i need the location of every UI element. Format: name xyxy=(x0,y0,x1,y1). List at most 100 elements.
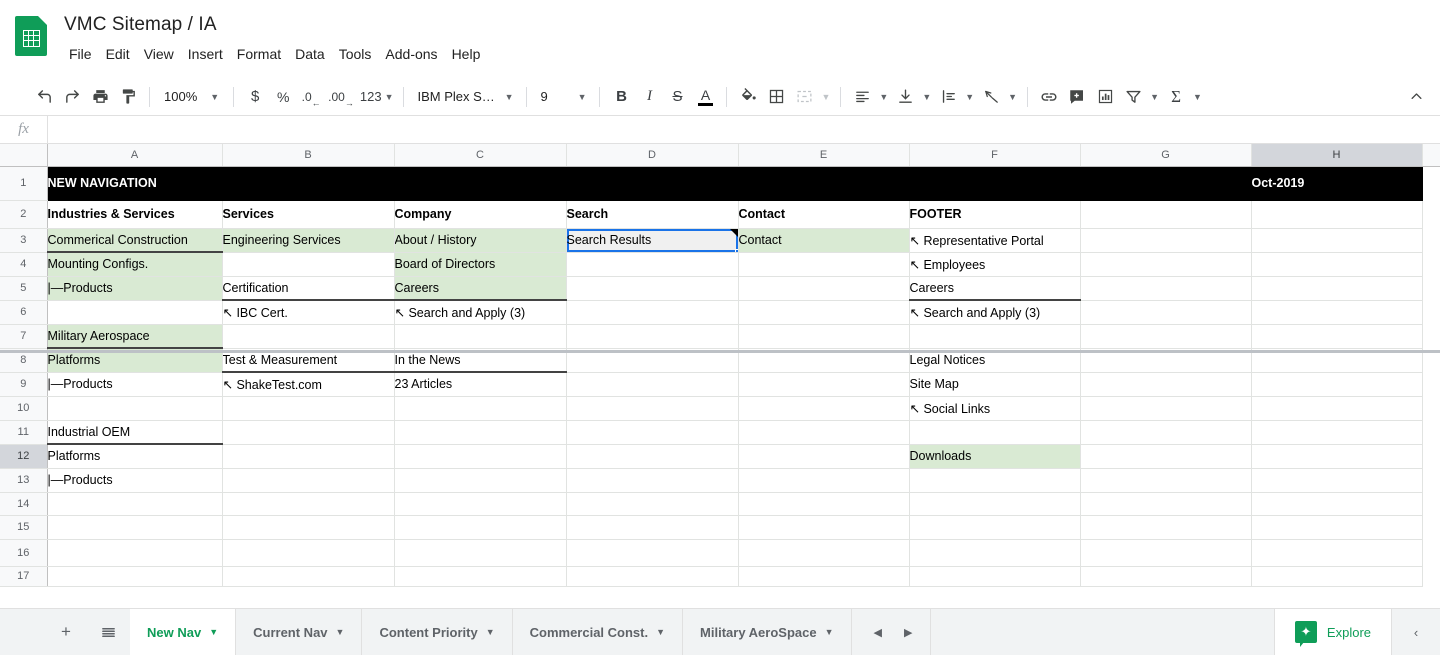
cell-A6[interactable] xyxy=(47,300,222,324)
cell-C6[interactable]: ↖ Search and Apply (3) xyxy=(394,300,566,324)
cell-G2[interactable] xyxy=(1080,200,1251,228)
increase-decimal-button[interactable]: .00→ xyxy=(325,83,357,111)
merge-cells-icon[interactable] xyxy=(790,83,818,111)
row-header-10[interactable]: 10 xyxy=(0,396,47,420)
cell-F1[interactable] xyxy=(909,166,1080,200)
cell-B3[interactable]: Engineering Services xyxy=(222,228,394,252)
cell-D14[interactable] xyxy=(566,492,738,515)
zoom-selector[interactable]: 100% ▼ xyxy=(157,83,226,111)
cell-F16[interactable] xyxy=(909,539,1080,566)
cell-E17[interactable] xyxy=(738,566,909,586)
paint-format-icon[interactable] xyxy=(114,83,142,111)
create-filter-icon[interactable] xyxy=(1119,83,1147,111)
menu-data[interactable]: Data xyxy=(288,42,332,66)
horizontal-align-chevron-icon[interactable]: ▼ xyxy=(876,83,891,111)
cell-A14[interactable] xyxy=(47,492,222,515)
menu-tools[interactable]: Tools xyxy=(332,42,379,66)
row-header-3[interactable]: 3 xyxy=(0,228,47,252)
insert-comment-icon[interactable] xyxy=(1063,83,1091,111)
text-wrap-icon[interactable] xyxy=(934,83,962,111)
cell-H17[interactable] xyxy=(1251,566,1422,586)
cell-H7[interactable] xyxy=(1251,324,1422,348)
cell-D9[interactable] xyxy=(566,372,738,396)
percent-format-button[interactable]: % xyxy=(269,83,297,111)
cell-G16[interactable] xyxy=(1080,539,1251,566)
cell-C5[interactable]: Careers xyxy=(394,276,566,300)
cell-D2[interactable]: Search xyxy=(566,200,738,228)
menu-add-ons[interactable]: Add-ons xyxy=(378,42,444,66)
cell-C11[interactable] xyxy=(394,420,566,444)
chevron-down-icon[interactable]: ▼ xyxy=(336,627,345,637)
vertical-align-icon[interactable] xyxy=(891,83,919,111)
cell-C14[interactable] xyxy=(394,492,566,515)
vertical-align-chevron-icon[interactable]: ▼ xyxy=(919,83,934,111)
cell-E12[interactable] xyxy=(738,444,909,468)
cell-G7[interactable] xyxy=(1080,324,1251,348)
cell-G17[interactable] xyxy=(1080,566,1251,586)
row-header-1[interactable]: 1 xyxy=(0,166,47,200)
font-family-selector[interactable]: IBM Plex S… ▼ xyxy=(411,83,519,111)
bold-button[interactable]: B xyxy=(607,83,635,111)
cell-E3[interactable]: Contact xyxy=(738,228,909,252)
cell-C9[interactable]: 23 Articles xyxy=(394,372,566,396)
cell-D17[interactable] xyxy=(566,566,738,586)
chevron-down-icon[interactable]: ▼ xyxy=(825,627,834,637)
italic-button[interactable]: I xyxy=(635,83,663,111)
cell-H11[interactable] xyxy=(1251,420,1422,444)
cell-G12[interactable] xyxy=(1080,444,1251,468)
cell-A13[interactable]: |—Products xyxy=(47,468,222,492)
cell-A1[interactable]: NEW NAVIGATION xyxy=(47,166,222,200)
cell-B14[interactable] xyxy=(222,492,394,515)
row-header-2[interactable]: 2 xyxy=(0,200,47,228)
horizontal-align-icon[interactable] xyxy=(848,83,876,111)
cell-B11[interactable] xyxy=(222,420,394,444)
select-all-corner[interactable] xyxy=(0,144,47,166)
cell-B4[interactable] xyxy=(222,252,394,276)
chevron-down-icon[interactable]: ▼ xyxy=(656,627,665,637)
cell-H3[interactable] xyxy=(1251,228,1422,252)
cell-C12[interactable] xyxy=(394,444,566,468)
menu-edit[interactable]: Edit xyxy=(99,42,137,66)
row-header-16[interactable]: 16 xyxy=(0,539,47,566)
more-formats-button[interactable]: 123 ▼ xyxy=(357,83,397,111)
collapse-sidebar-icon[interactable]: ‹ xyxy=(1392,609,1440,655)
cell-H1[interactable]: Oct-2019 xyxy=(1251,166,1422,200)
cell-F9[interactable]: Site Map xyxy=(909,372,1080,396)
selection-handle[interactable] xyxy=(735,249,739,253)
scroll-tabs-left-icon[interactable]: ◀ xyxy=(874,626,882,639)
functions-icon[interactable]: Σ xyxy=(1162,83,1190,111)
cell-A12[interactable]: Platforms xyxy=(47,444,222,468)
text-rotation-icon[interactable] xyxy=(977,83,1005,111)
cell-C17[interactable] xyxy=(394,566,566,586)
insert-chart-icon[interactable] xyxy=(1091,83,1119,111)
cell-B16[interactable] xyxy=(222,539,394,566)
cell-C13[interactable] xyxy=(394,468,566,492)
cell-A17[interactable] xyxy=(47,566,222,586)
cell-G6[interactable] xyxy=(1080,300,1251,324)
menu-help[interactable]: Help xyxy=(445,42,488,66)
row-header-13[interactable]: 13 xyxy=(0,468,47,492)
cell-B15[interactable] xyxy=(222,515,394,539)
menu-format[interactable]: Format xyxy=(230,42,288,66)
cell-G15[interactable] xyxy=(1080,515,1251,539)
add-sheet-icon[interactable]: + xyxy=(52,618,80,646)
row-header-15[interactable]: 15 xyxy=(0,515,47,539)
row-header-6[interactable]: 6 xyxy=(0,300,47,324)
cell-B2[interactable]: Services xyxy=(222,200,394,228)
chevron-down-icon[interactable]: ▼ xyxy=(209,627,218,637)
cell-B17[interactable] xyxy=(222,566,394,586)
cell-F2[interactable]: FOOTER xyxy=(909,200,1080,228)
cell-H6[interactable] xyxy=(1251,300,1422,324)
cell-D12[interactable] xyxy=(566,444,738,468)
cell-B10[interactable] xyxy=(222,396,394,420)
cell-C10[interactable] xyxy=(394,396,566,420)
text-color-button[interactable]: A xyxy=(691,83,719,111)
explore-button[interactable]: ✦ Explore xyxy=(1274,609,1392,655)
sheet-tab-new-nav[interactable]: New Nav ▼ xyxy=(130,609,236,655)
cell-C2[interactable]: Company xyxy=(394,200,566,228)
text-rotation-chevron-icon[interactable]: ▼ xyxy=(1005,83,1020,111)
cell-D4[interactable] xyxy=(566,252,738,276)
cell-H9[interactable] xyxy=(1251,372,1422,396)
cell-F14[interactable] xyxy=(909,492,1080,515)
cell-H5[interactable] xyxy=(1251,276,1422,300)
